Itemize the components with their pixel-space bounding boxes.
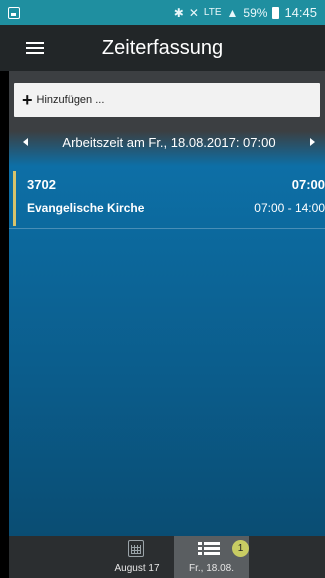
next-day-arrow-icon[interactable] bbox=[310, 138, 315, 146]
count-badge: 1 bbox=[232, 540, 249, 557]
app-bar: Zeiterfassung bbox=[0, 25, 325, 71]
status-bar: ✱ ✕ LTE ▲ 59% 14:45 bbox=[0, 0, 325, 25]
gallery-notification-icon bbox=[8, 6, 20, 19]
time-entry-row[interactable]: 3702 07:00 Evangelische Kirche 07:00 - 1… bbox=[9, 168, 325, 229]
entry-time-range: 07:00 - 14:00 bbox=[254, 201, 325, 215]
plus-icon: + bbox=[22, 90, 33, 110]
network-type: LTE bbox=[203, 7, 222, 18]
mute-icon: ✕ bbox=[188, 5, 199, 20]
battery-icon bbox=[272, 6, 280, 19]
signal-icon: ▲ bbox=[226, 5, 239, 20]
list-icon bbox=[198, 542, 220, 556]
bottom-navigation: August 17 1 Fr., 18.08. bbox=[9, 536, 325, 578]
main-content: + Hinzufügen ... Arbeitszeit am Fr., 18.… bbox=[9, 71, 325, 536]
tab-month[interactable]: August 17 bbox=[101, 536, 173, 578]
bluetooth-icon: ✱ bbox=[173, 5, 184, 20]
entry-accent-bar bbox=[13, 171, 16, 226]
entry-name: Evangelische Kirche bbox=[27, 201, 145, 215]
status-indicators: ✱ ✕ LTE ▲ 59% 14:45 bbox=[174, 5, 317, 20]
page-title: Zeiterfassung bbox=[101, 36, 224, 59]
add-entry-button[interactable]: + Hinzufügen ... bbox=[14, 83, 320, 117]
date-navigation: Arbeitszeit am Fr., 18.08.2017: 07:00 bbox=[9, 123, 325, 161]
tab-day[interactable]: 1 Fr., 18.08. bbox=[174, 536, 249, 578]
tab-day-label: Fr., 18.08. bbox=[188, 563, 235, 574]
calendar-icon bbox=[128, 540, 144, 557]
battery-percent: 59% bbox=[243, 5, 268, 20]
add-entry-label: Hinzufügen ... bbox=[36, 94, 105, 106]
entry-hours: 07:00 bbox=[291, 177, 325, 192]
entry-id: 3702 bbox=[27, 177, 56, 192]
tab-month-label: August 17 bbox=[114, 563, 160, 574]
hamburger-menu-icon[interactable] bbox=[26, 41, 44, 55]
clock: 14:45 bbox=[284, 5, 317, 20]
date-label: Arbeitszeit am Fr., 18.08.2017: 07:00 bbox=[62, 134, 276, 150]
